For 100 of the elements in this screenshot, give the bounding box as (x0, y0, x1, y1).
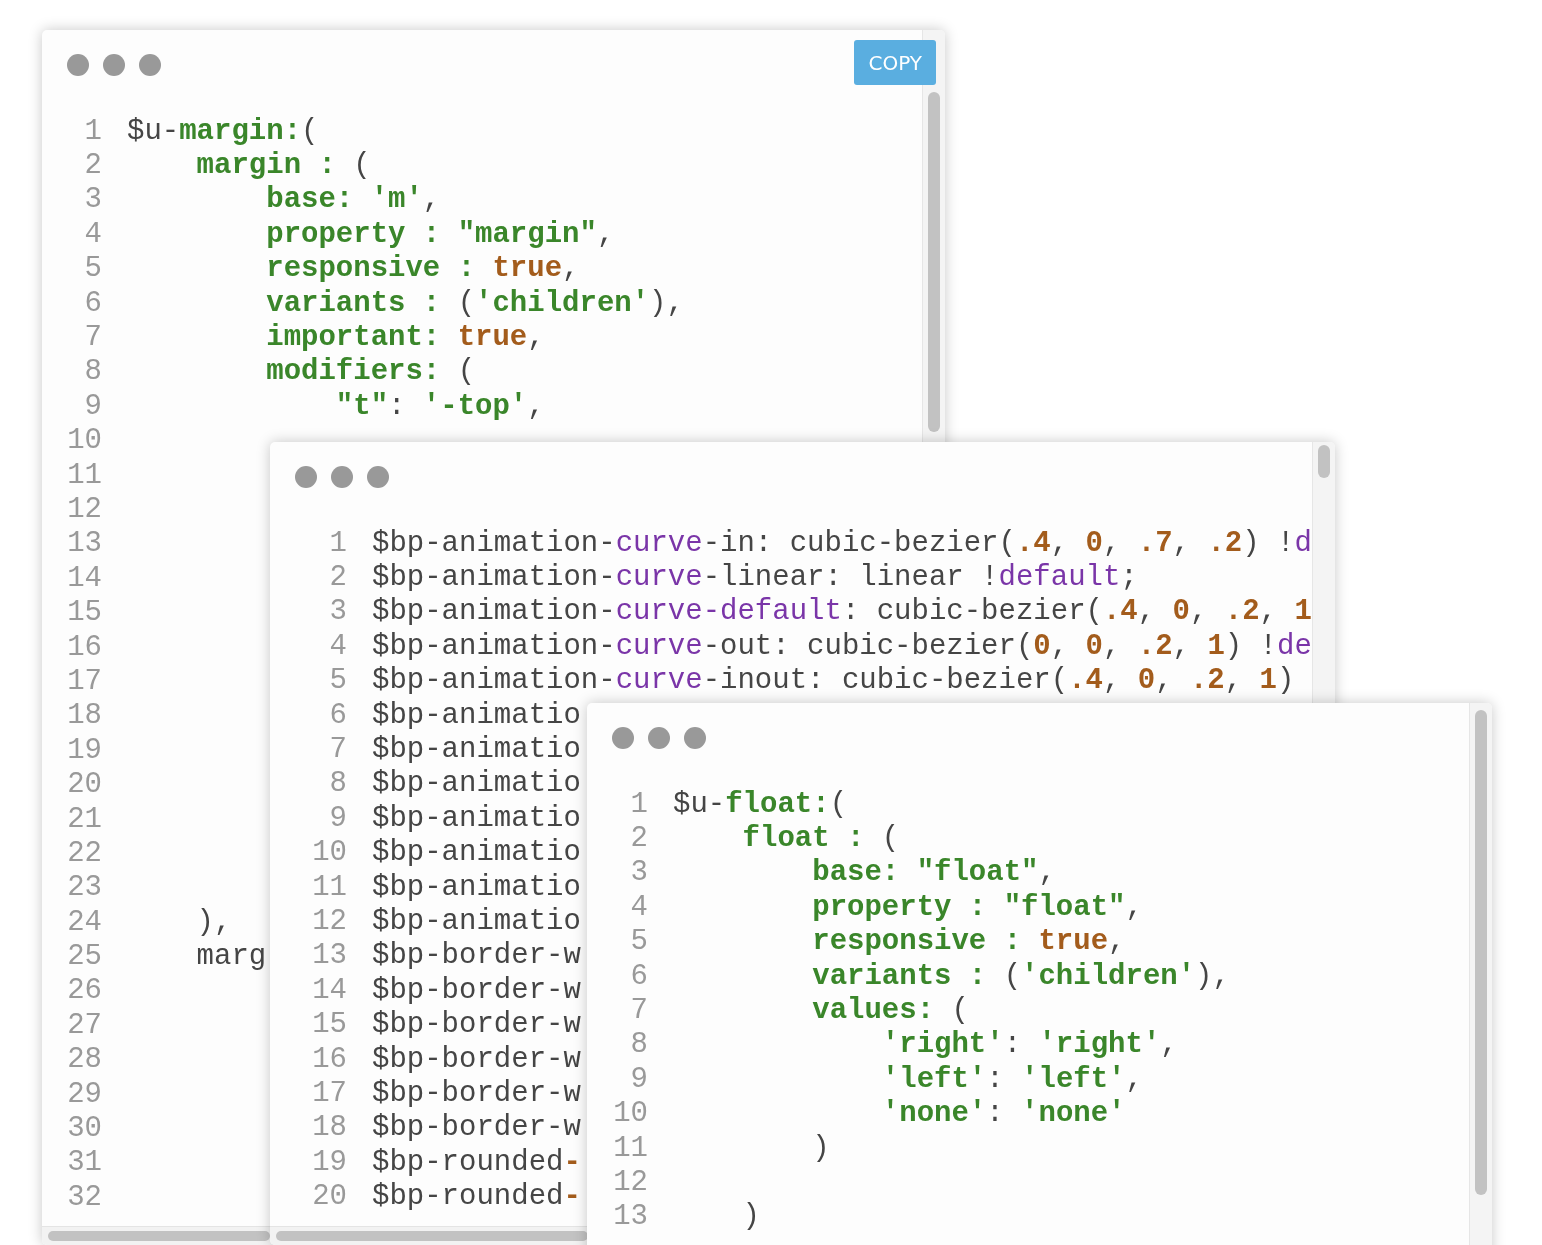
code-line: $bp-animation-curve-out: cubic-bezier(0, 0, .2, 1) !de (372, 629, 1312, 663)
code-line: values: ( (811, 994, 969, 1028)
line-number: 7 (83, 321, 102, 355)
line-number: 11 (612, 1131, 648, 1165)
line-number: 8 (629, 1028, 648, 1062)
line-number: 9 (83, 389, 102, 423)
line-number: 6 (83, 286, 102, 320)
code-line: $bp-border-w (372, 939, 581, 973)
window-dot[interactable] (295, 466, 317, 488)
scrollbar-thumb[interactable] (276, 1231, 588, 1241)
code-line: $bp-border-w (372, 973, 581, 1007)
line-number: 13 (612, 1200, 648, 1234)
line-number: 22 (66, 836, 102, 870)
line-number: 20 (66, 768, 102, 802)
scrollbar-thumb[interactable] (48, 1231, 270, 1241)
code-line: variants : ('children'), (811, 959, 1230, 993)
line-number: 5 (83, 252, 102, 286)
line-number: 19 (66, 733, 102, 767)
code-line: $bp-rounded- (372, 1145, 581, 1179)
code-line: $bp-animatio (372, 733, 581, 767)
line-number: 18 (311, 1111, 347, 1145)
line-number: 7 (629, 994, 648, 1028)
code-line: 'none': 'none' (880, 1097, 1126, 1131)
code-line: $bp-animation-curve-default: cubic-bezier(.4, 0, .2, 1 (372, 595, 1312, 629)
line-number: 5 (629, 925, 648, 959)
code-line: 'right': 'right', (880, 1028, 1178, 1062)
code-line: variants : ('children'), (265, 286, 684, 320)
line-number: 19 (311, 1145, 347, 1179)
line-number: 10 (612, 1097, 648, 1131)
window-dot[interactable] (684, 727, 706, 749)
code-line: ) (741, 1200, 760, 1234)
line-number: 14 (311, 973, 347, 1007)
line-number: 23 (66, 871, 102, 905)
line-number: 9 (629, 1062, 648, 1096)
code-line: $bp-animatio (372, 836, 581, 870)
code-line: $bp-animation-curve-in: cubic-bezier(.4, 0, .7, .2) !d (372, 526, 1312, 560)
line-number: 7 (328, 733, 347, 767)
line-number: 11 (66, 458, 102, 492)
line-number: 15 (66, 596, 102, 630)
code-line: $bp-animatio (372, 905, 581, 938)
line-number: 18 (66, 699, 102, 733)
window-dot[interactable] (103, 54, 125, 76)
code-line: important: true, (265, 321, 545, 355)
code-line: $bp-border-w (372, 1076, 581, 1110)
code-line: $bp-border-w (372, 1111, 581, 1145)
window-dot[interactable] (331, 466, 353, 488)
code-line: float : ( (741, 822, 900, 856)
line-number: 3 (629, 856, 648, 890)
copy-button[interactable]: COPY (854, 40, 936, 85)
line-number: 14 (66, 561, 102, 595)
line-number: 2 (83, 149, 102, 183)
code-line: modifiers: ( (265, 355, 476, 389)
line-number: 26 (66, 974, 102, 1008)
line-number: 12 (612, 1166, 648, 1199)
line-number: 2 (328, 561, 347, 595)
scrollbar-thumb[interactable] (1475, 710, 1487, 1195)
line-number: 25 (66, 940, 102, 974)
code-line: $bp-border-w (372, 1042, 581, 1076)
window-dot[interactable] (139, 54, 161, 76)
code-line: responsive : true, (265, 252, 580, 286)
code-line: $bp-animatio (372, 767, 581, 801)
line-number: 17 (311, 1076, 347, 1110)
line-number: 24 (66, 905, 102, 939)
line-number: 6 (328, 698, 347, 732)
window-dot[interactable] (67, 54, 89, 76)
code-line: $bp-animation-curve-linear: linear !default; (372, 561, 1138, 595)
code-line: ), (195, 905, 232, 939)
line-number: 15 (311, 1008, 347, 1042)
line-number: 17 (66, 664, 102, 698)
line-number: 16 (311, 1042, 347, 1076)
line-number: 27 (66, 1008, 102, 1042)
code-line: $bp-animation-curve-inout: cubic-bezier(.4, 0, .2, 1) (372, 664, 1295, 698)
code-line: margin : ( (195, 149, 371, 183)
window-dot[interactable] (612, 727, 634, 749)
line-number: 10 (66, 424, 102, 458)
scrollbar-thumb[interactable] (1318, 445, 1330, 478)
scrollbar-thumb[interactable] (928, 92, 940, 432)
line-number: 2 (629, 822, 648, 856)
line-number: 29 (66, 1077, 102, 1111)
line-number: 13 (66, 527, 102, 561)
line-number: 3 (83, 183, 102, 217)
line-number: 8 (83, 355, 102, 389)
line-number: 5 (328, 664, 347, 698)
line-number: 6 (629, 959, 648, 993)
code-line: 'left': 'left', (880, 1062, 1143, 1096)
line-number: 1 (629, 787, 648, 821)
line-number: 21 (66, 802, 102, 836)
code-line: marg (195, 940, 267, 974)
line-number: 31 (66, 1146, 102, 1180)
line-number: 8 (328, 767, 347, 801)
code-line: $bp-animatio (372, 801, 581, 835)
code-line: ) (811, 1131, 830, 1165)
line-number: 28 (66, 1043, 102, 1077)
code-line: responsive : true, (811, 925, 1126, 959)
window-dot[interactable] (367, 466, 389, 488)
line-number: 9 (328, 801, 347, 835)
window-dot[interactable] (648, 727, 670, 749)
line-number: 1 (328, 526, 347, 560)
line-number: 4 (629, 890, 648, 924)
code-line: $u-float:( (673, 787, 848, 821)
